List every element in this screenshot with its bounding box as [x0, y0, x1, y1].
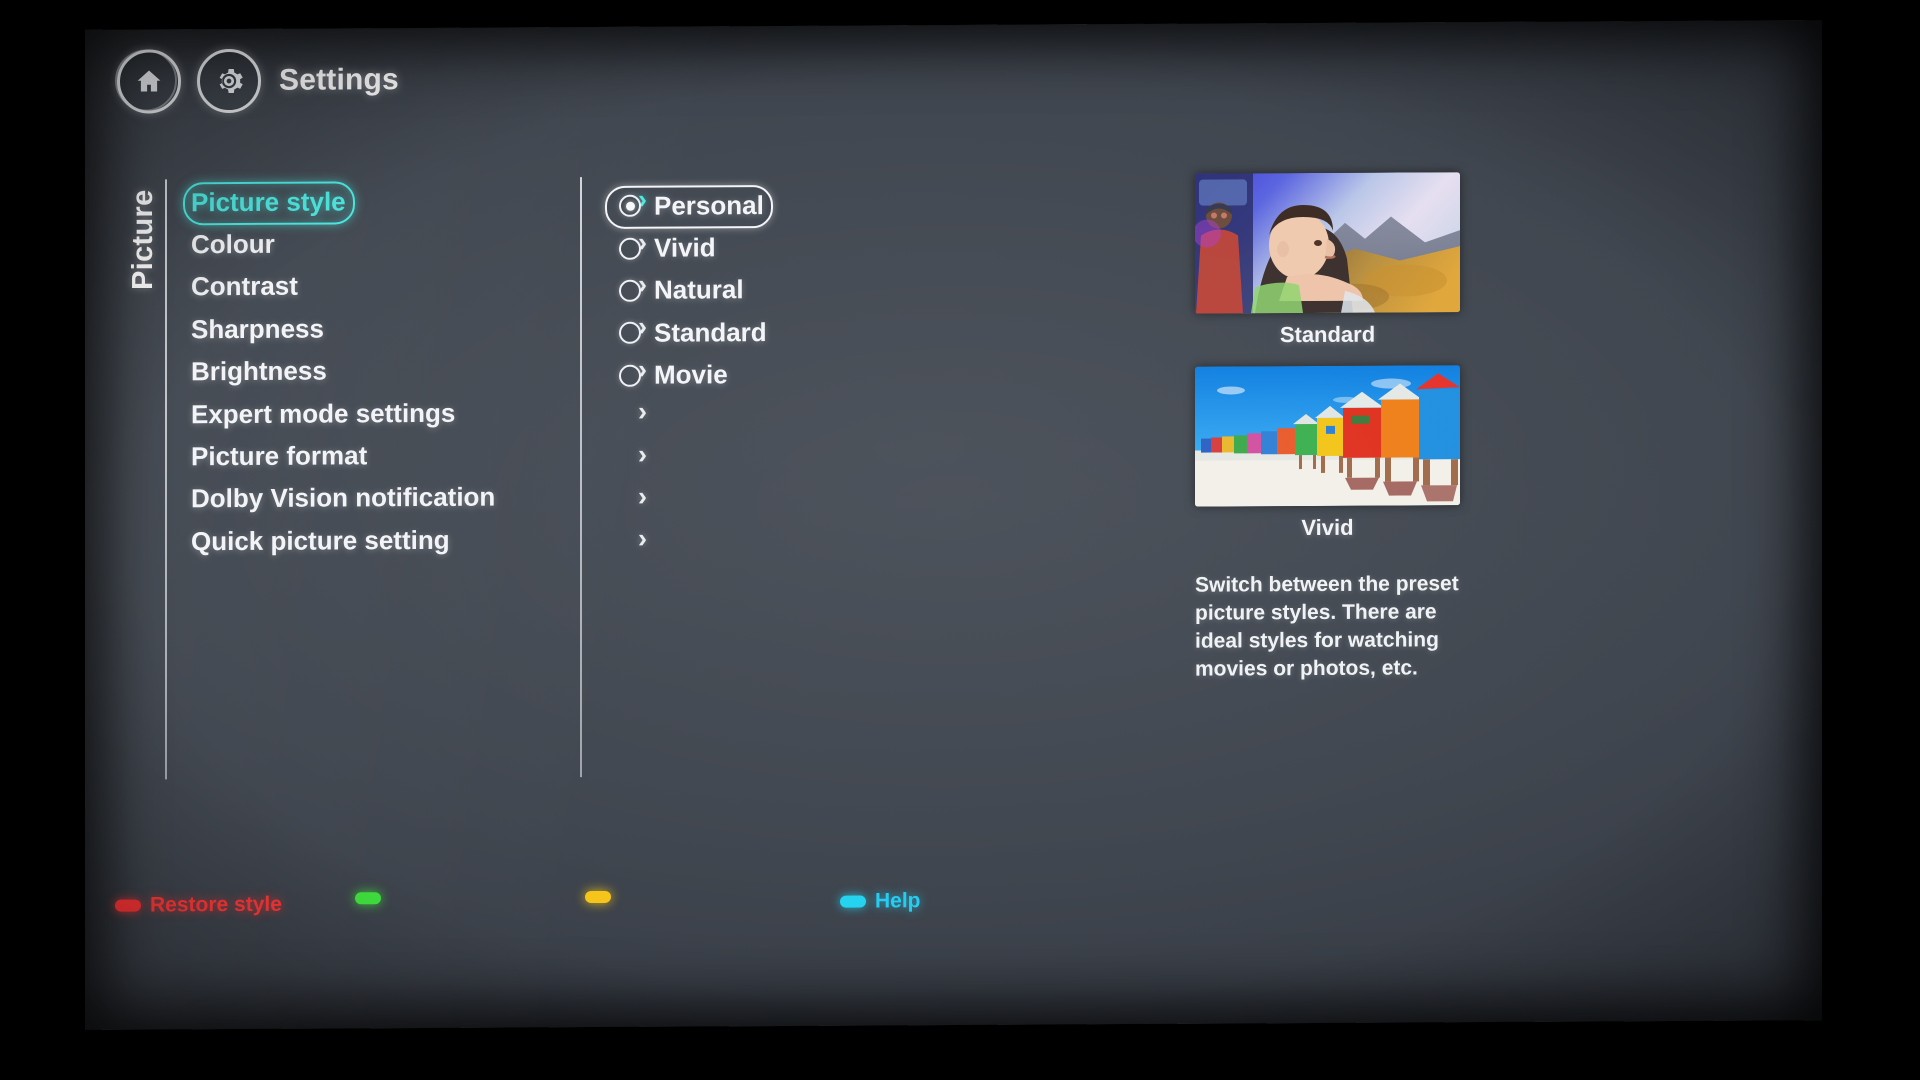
menu-item-label: Dolby Vision notification — [191, 481, 496, 514]
option-standard[interactable]: Standard — [605, 310, 935, 354]
colour-key-pill-green — [355, 892, 381, 905]
preview-thumbnail-vivid — [1195, 365, 1460, 507]
menu-item-label: Colour — [191, 228, 275, 260]
option-natural[interactable]: Natural — [605, 268, 935, 312]
radio-unchecked-icon[interactable] — [619, 364, 641, 387]
menu-item-quick-picture-setting[interactable]: Quick picture setting › — [183, 518, 647, 563]
menu-item-label: Quick picture setting — [191, 524, 450, 557]
preview-description: Switch between the preset picture styles… — [1195, 572, 1459, 681]
colour-key-label: Restore style — [150, 892, 282, 917]
menu-item-colour[interactable]: Colour › — [183, 221, 647, 266]
radio-checked-icon[interactable] — [619, 194, 641, 218]
preview-thumbnail-standard — [1195, 172, 1460, 314]
menu-item-label: Expert mode settings — [191, 397, 456, 429]
option-personal[interactable]: Personal — [605, 183, 935, 229]
menu-item-label: Contrast — [191, 271, 298, 302]
menu-item-label: Picture style — [191, 186, 346, 217]
menu-item-sharpness[interactable]: Sharpness › — [183, 306, 647, 351]
menu-item-label: Brightness — [191, 355, 327, 387]
option-label: Natural — [654, 274, 744, 306]
option-movie[interactable]: Movie — [605, 353, 935, 397]
category-label: Picture — [127, 189, 159, 291]
menu-item-label: Picture format — [191, 440, 368, 472]
colour-key-yellow[interactable] — [585, 890, 611, 904]
option-label: Movie — [654, 359, 728, 390]
colour-key-pill-cyan — [840, 895, 866, 908]
radio-dot — [625, 201, 635, 211]
preview-caption-standard: Standard — [1279, 321, 1376, 348]
menu-item-label: Sharpness — [191, 313, 324, 345]
chevron-right-icon[interactable]: › — [638, 481, 647, 511]
menu-item-contrast[interactable]: Contrast › — [183, 264, 647, 309]
menu-item-picture-format[interactable]: Picture format › — [183, 433, 647, 478]
option-label: Personal — [654, 189, 764, 221]
preview-caption-vivid: Vivid — [1301, 514, 1354, 541]
picture-menu-list: Picture style › Colour › Contrast › Sharpness ›… — [183, 179, 647, 563]
menu-item-dolby-vision-notification[interactable]: Dolby Vision notification › — [183, 476, 647, 521]
colour-key-bar: Restore style Help — [85, 884, 1822, 934]
settings-screen: Settings Picture Picture style › Colour › Co… — [85, 20, 1822, 1030]
tv-screen: Settings Picture Picture style › Colour › Co… — [85, 20, 1822, 1030]
preview-panel: Standard Vivid Switch between the preset… — [1195, 172, 1515, 683]
menu-item-picture-style[interactable]: Picture style › — [183, 179, 647, 226]
colour-key-green[interactable] — [355, 892, 381, 905]
tv-photo-frame: Settings Picture Picture style › Colour › Co… — [0, 0, 1920, 1080]
gear-icon[interactable] — [197, 48, 261, 114]
option-label: Vivid — [654, 232, 716, 263]
home-icon[interactable] — [117, 49, 181, 114]
colour-key-red[interactable]: Restore style — [115, 893, 282, 918]
radio-unchecked-icon[interactable] — [619, 279, 641, 302]
menu-item-expert-mode-settings[interactable]: Expert mode settings › — [183, 391, 647, 436]
colour-key-pill-yellow — [585, 890, 611, 904]
menu-divider-left — [165, 179, 167, 780]
option-label: Standard — [654, 316, 767, 348]
menu-item-brightness[interactable]: Brightness › — [183, 349, 647, 394]
option-vivid[interactable]: Vivid — [605, 225, 935, 269]
colour-key-cyan[interactable]: Help — [840, 889, 921, 913]
header: Settings — [117, 48, 399, 114]
chevron-right-icon[interactable]: › — [638, 439, 647, 469]
colour-key-label: Help — [875, 889, 921, 913]
colour-key-pill-red — [115, 899, 141, 912]
radio-unchecked-icon[interactable] — [619, 237, 641, 260]
picture-style-options: Personal Vivid Natural Standard Movie — [605, 183, 935, 397]
chevron-right-icon[interactable]: › — [638, 396, 647, 426]
page-title: Settings — [279, 63, 399, 97]
radio-unchecked-icon[interactable] — [619, 322, 641, 345]
chevron-right-icon[interactable]: › — [638, 524, 647, 554]
